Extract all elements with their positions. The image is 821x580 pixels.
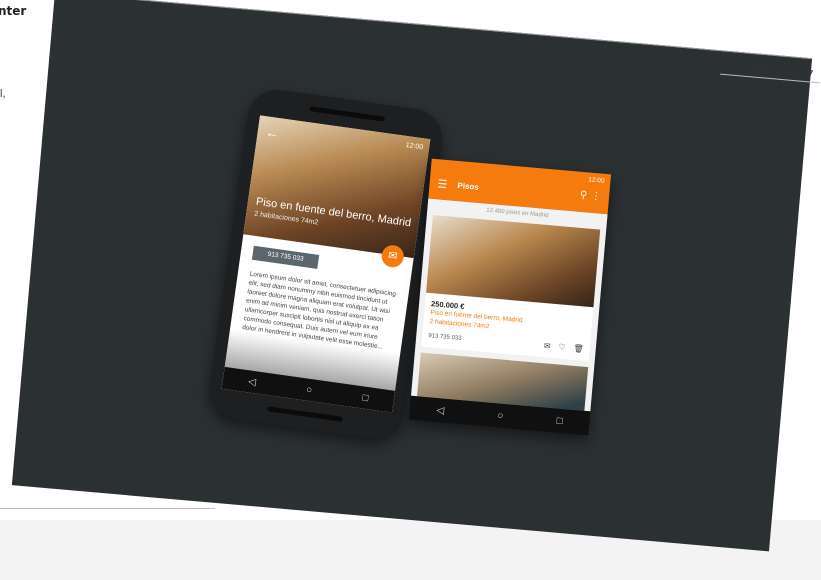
- listing-feed: 12.400 pisos en Madrid 250.000 € Piso en…: [411, 198, 608, 412]
- more-vert-icon[interactable]: ⋮: [591, 191, 602, 203]
- back-arrow-icon[interactable]: ←: [265, 124, 280, 141]
- hamburger-menu-icon[interactable]: ☰: [437, 177, 448, 191]
- nav-home-icon[interactable]: ○: [497, 410, 504, 421]
- nav-back-icon[interactable]: ◁: [436, 405, 445, 417]
- listing-card[interactable]: 250.000 € Piso en fuente del berro, Madr…: [421, 214, 601, 362]
- detail-screen: ← 12:00 Piso en fuente del berro, Madrid…: [221, 115, 431, 413]
- nav-recents-icon[interactable]: □: [556, 415, 563, 426]
- divider-line: [0, 508, 215, 509]
- corner-title: nter: [0, 4, 27, 18]
- nav-home-icon[interactable]: ○: [305, 384, 313, 396]
- card-actions: ✉ ♡ 🗑: [543, 341, 584, 353]
- status-time: 12:00: [587, 176, 605, 185]
- listing-photo: [426, 214, 601, 308]
- mail-icon[interactable]: ✉: [543, 341, 550, 351]
- app-bar-title: Pisos: [457, 181, 480, 192]
- corner-fragment: l,: [0, 88, 6, 100]
- heart-icon[interactable]: ♡: [558, 342, 566, 352]
- nav-back-icon[interactable]: ◁: [248, 376, 257, 388]
- trash-icon[interactable]: 🗑: [573, 344, 584, 354]
- speaker-grille-bottom: [266, 406, 343, 422]
- nav-recents-icon[interactable]: □: [362, 392, 370, 404]
- search-icon[interactable]: ⚲: [579, 190, 587, 202]
- listing-phone: 913 735 033: [428, 333, 462, 342]
- phone-list-mockup: 12:00 ☰ Pisos ⚲ ⋮ 12.400 pisos en Madrid…: [408, 158, 612, 436]
- phone-button[interactable]: 913 735 033: [251, 245, 320, 269]
- speaker-grille-top: [309, 106, 386, 122]
